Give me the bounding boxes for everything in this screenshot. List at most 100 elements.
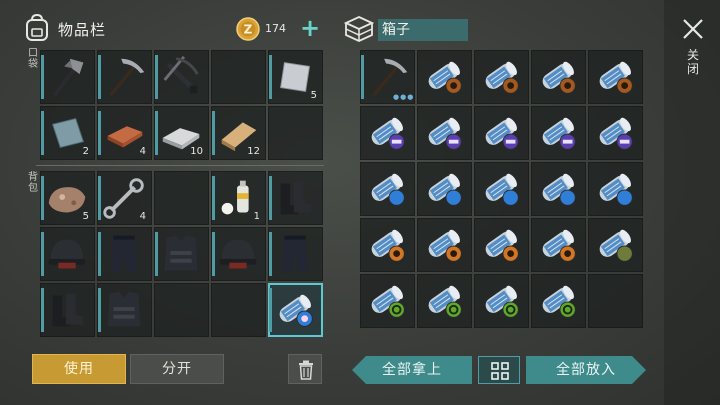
pocket-slot[interactable] — [211, 50, 266, 104]
take-all-button[interactable]: 全部拿上 — [352, 356, 472, 384]
box-title: 箱子 — [378, 19, 468, 41]
box-slot[interactable] — [417, 162, 472, 216]
tactical-pants-icon — [269, 228, 322, 280]
box-slot[interactable] — [417, 50, 472, 104]
blueprint-scroll-purple-icon — [361, 107, 414, 159]
pocket-slot[interactable]: 10 — [154, 106, 209, 160]
box-slot[interactable] — [360, 218, 415, 272]
add-coins-button[interactable]: + — [300, 16, 320, 40]
pocket-slot[interactable]: 2 — [40, 106, 95, 160]
box-icon — [344, 16, 374, 42]
tactical-helmet-icon — [212, 228, 265, 280]
box-slot[interactable] — [588, 274, 643, 328]
blueprint-scroll-blue-icon — [532, 163, 585, 215]
backpack-slot[interactable]: 1 — [211, 171, 266, 225]
backpack-grid: 5 4 1 — [40, 171, 323, 337]
box-slot[interactable] — [360, 162, 415, 216]
coin-icon: Z — [236, 17, 260, 41]
box-slot[interactable] — [474, 218, 529, 272]
blueprint-scroll-purple-icon — [589, 107, 642, 159]
item-quantity: 5 — [82, 211, 89, 222]
trash-button[interactable] — [288, 354, 322, 384]
pockets-label: 口袋 — [28, 48, 38, 70]
box-slot[interactable] — [531, 274, 586, 328]
trash-icon — [299, 360, 313, 380]
pocket-slot[interactable]: 5 — [268, 50, 323, 104]
box-slot[interactable] — [474, 106, 529, 160]
sort-button[interactable] — [478, 356, 520, 384]
blueprint-scroll-orange-icon — [418, 219, 471, 271]
box-slot[interactable] — [531, 218, 586, 272]
item-quantity: 5 — [310, 90, 317, 101]
backpack-slot[interactable] — [40, 283, 95, 337]
backpack-slot[interactable] — [268, 283, 323, 337]
backpack-slot[interactable] — [40, 227, 95, 281]
pocket-slot[interactable] — [268, 106, 323, 160]
backpack-label: 背包 — [28, 172, 38, 194]
split-button[interactable]: 分开 — [130, 354, 224, 384]
blueprint-scroll-blue-icon — [361, 163, 414, 215]
close-label[interactable]: 关闭 — [686, 48, 700, 76]
close-icon[interactable] — [682, 18, 704, 40]
backpack-slot[interactable] — [211, 283, 266, 337]
box-slot[interactable] — [474, 274, 529, 328]
pocket-slot[interactable] — [154, 50, 209, 104]
box-slot[interactable] — [417, 218, 472, 272]
backpack-icon — [26, 14, 48, 41]
backpack-slot[interactable] — [154, 171, 209, 225]
blueprint-scroll-purple-icon — [418, 107, 471, 159]
item-quantity: 12 — [247, 146, 260, 157]
pocket-slot[interactable] — [97, 50, 152, 104]
pickaxe-icon — [98, 51, 151, 103]
box-slot[interactable] — [474, 162, 529, 216]
item-quantity: 2 — [82, 146, 89, 157]
grid-sort-icon — [491, 362, 509, 380]
backpack-slot[interactable] — [154, 227, 209, 281]
svg-text:Z: Z — [244, 23, 253, 37]
box-slot[interactable] — [531, 162, 586, 216]
boots-icon — [269, 172, 322, 224]
blueprint-scroll-blue-icon — [589, 163, 642, 215]
box-slot[interactable] — [588, 106, 643, 160]
blueprint-scroll-gear-icon — [589, 51, 642, 103]
blueprint-scroll-gear-icon — [418, 51, 471, 103]
backpack-slot[interactable] — [154, 283, 209, 337]
box-slot[interactable] — [417, 274, 472, 328]
item-quantity: 1 — [253, 211, 260, 222]
blueprint-scroll-biohazard-icon — [418, 275, 471, 327]
blueprint-scroll-camo-icon — [589, 219, 642, 271]
backpack-slot[interactable]: 4 — [97, 171, 152, 225]
blueprint-scroll-purple-icon — [532, 107, 585, 159]
item-quantity: 4 — [139, 211, 146, 222]
box-slot[interactable] — [588, 50, 643, 104]
blueprint-scroll-orange-icon — [532, 219, 585, 271]
box-slot[interactable] — [417, 106, 472, 160]
pocket-slot[interactable] — [40, 50, 95, 104]
box-slot[interactable] — [474, 50, 529, 104]
axe-icon — [41, 51, 94, 103]
box-slot[interactable] — [360, 274, 415, 328]
blueprint-scroll-purple-icon — [475, 107, 528, 159]
put-all-button[interactable]: 全部放入 — [526, 356, 646, 384]
backpack-slot[interactable] — [211, 227, 266, 281]
box-slot[interactable] — [531, 106, 586, 160]
box-slot[interactable] — [531, 50, 586, 104]
armored-vest-icon — [98, 284, 151, 336]
tactical-helmet-icon — [41, 228, 94, 280]
crossbow-icon — [155, 51, 208, 103]
item-quantity: 4 — [139, 146, 146, 157]
box-slot[interactable] — [588, 162, 643, 216]
box-slot[interactable] — [588, 218, 643, 272]
backpack-slot[interactable] — [268, 227, 323, 281]
backpack-slot[interactable] — [268, 171, 323, 225]
use-button[interactable]: 使用 — [32, 354, 126, 384]
backpack-slot[interactable]: 5 — [40, 171, 95, 225]
coin-count: 174 — [265, 22, 286, 35]
section-divider — [36, 165, 324, 166]
backpack-slot[interactable] — [97, 283, 152, 337]
pocket-slot[interactable]: 4 — [97, 106, 152, 160]
blueprint-scroll-biohazard-icon — [475, 275, 528, 327]
pocket-slot[interactable]: 12 — [211, 106, 266, 160]
box-slot[interactable] — [360, 106, 415, 160]
backpack-slot[interactable] — [97, 227, 152, 281]
